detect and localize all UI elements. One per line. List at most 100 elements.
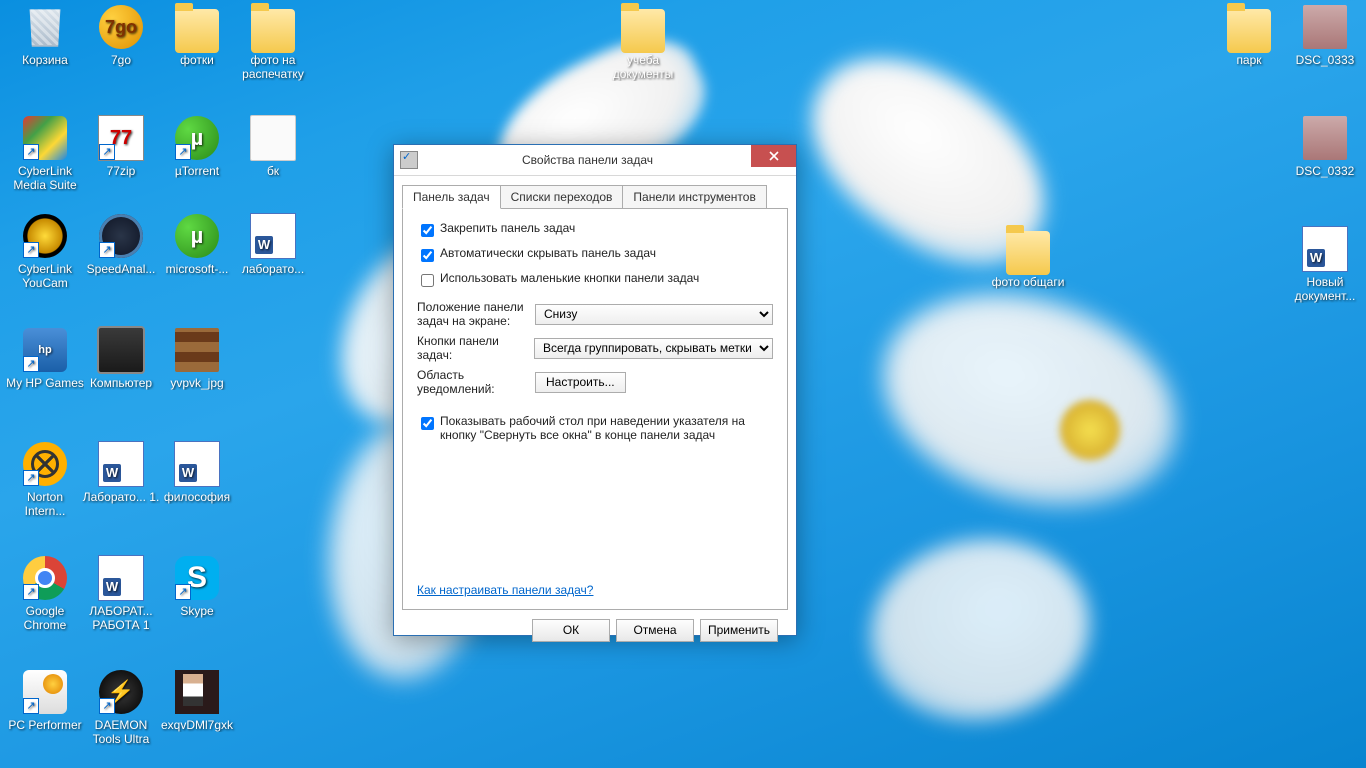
desktop-icon-label: Новый документ...	[1286, 275, 1364, 303]
desktop-icon-label: Norton Intern...	[6, 490, 84, 518]
app-icon	[250, 213, 296, 259]
app-icon	[23, 5, 67, 49]
app-icon: 7go	[99, 5, 143, 49]
desktop-icon-label: 77zip	[82, 164, 160, 178]
app-icon	[175, 328, 219, 372]
desktop-icon[interactable]: Компьютер	[82, 326, 160, 390]
app-icon	[175, 670, 219, 714]
shortcut-arrow-icon: ↗	[23, 470, 39, 486]
label-taskbar-position: Положение панели задач на экране:	[417, 300, 535, 328]
dialog-titlebar[interactable]: Свойства панели задач	[394, 145, 796, 176]
desktop-icon[interactable]: учеба документы	[604, 3, 682, 81]
desktop-icon[interactable]: µ↗µTorrent	[158, 114, 236, 178]
desktop-icon-label: Google Chrome	[6, 604, 84, 632]
shortcut-arrow-icon: ↗	[99, 698, 115, 714]
desktop-icon-label: фото на распечатку	[234, 53, 312, 81]
desktop-icon[interactable]: yvpvk_jpg	[158, 326, 236, 390]
app-icon	[251, 9, 295, 53]
app-icon	[97, 326, 145, 374]
checkbox-peek-desktop[interactable]	[421, 417, 434, 430]
desktop-icon[interactable]: бк	[234, 114, 312, 178]
desktop-icon-label: yvpvk_jpg	[158, 376, 236, 390]
desktop-icon[interactable]: µmicrosoft-...	[158, 212, 236, 276]
desktop-icon[interactable]: лаборато...	[234, 212, 312, 276]
label-notification-area: Область уведомлений:	[417, 368, 535, 396]
app-icon	[1006, 231, 1050, 275]
tab-taskbar[interactable]: Панель задач	[402, 185, 501, 209]
desktop-icon[interactable]: фото на распечатку	[234, 3, 312, 81]
ok-button[interactable]: ОК	[532, 619, 610, 642]
label-autohide-taskbar: Автоматически скрывать панель задач	[440, 246, 656, 260]
customize-button[interactable]: Настроить...	[535, 372, 626, 393]
label-lock-taskbar: Закрепить панель задач	[440, 221, 575, 235]
select-taskbar-position[interactable]: Снизу	[535, 304, 773, 325]
app-icon	[1302, 226, 1348, 272]
desktop-icon-label: философия	[158, 490, 236, 504]
desktop-icon[interactable]: фотки	[158, 3, 236, 67]
desktop-icon[interactable]: философия	[158, 440, 236, 504]
dialog-title: Свойства панели задач	[424, 153, 796, 167]
desktop-icon[interactable]: фото общаги	[989, 225, 1067, 289]
tab-jump-lists[interactable]: Списки переходов	[500, 185, 624, 209]
desktop-icon[interactable]: DSC_0332	[1286, 114, 1364, 178]
desktop-icon-label: CyberLink YouCam	[6, 262, 84, 290]
desktop-icon[interactable]: 7go7go	[82, 3, 160, 67]
apply-button[interactable]: Применить	[700, 619, 778, 642]
desktop-icon[interactable]: ↗ Norton Intern...	[6, 440, 84, 518]
dialog-footer: ОК Отмена Применить	[402, 610, 788, 650]
shortcut-arrow-icon: ↗	[99, 242, 115, 258]
desktop-icon[interactable]: ↗CyberLink Media Suite	[6, 114, 84, 192]
desktop-icon[interactable]: DSC_0333	[1286, 3, 1364, 67]
desktop-icon-label: 7go	[82, 53, 160, 67]
checkbox-small-buttons[interactable]	[421, 274, 434, 287]
desktop-icon[interactable]: exqvDMl7gxk	[158, 668, 236, 732]
label-small-buttons: Использовать маленькие кнопки панели зад…	[440, 271, 699, 285]
desktop-icon-label: PC Performer	[6, 718, 84, 732]
close-button[interactable]	[751, 145, 796, 167]
app-icon	[98, 441, 144, 487]
tab-panel: Закрепить панель задач Автоматически скр…	[402, 208, 788, 610]
desktop-icon[interactable]: Новый документ...	[1286, 225, 1364, 303]
app-icon	[621, 9, 665, 53]
app-icon	[175, 9, 219, 53]
cancel-button[interactable]: Отмена	[616, 619, 694, 642]
shortcut-arrow-icon: ↗	[23, 356, 39, 372]
desktop-icon-label: бк	[234, 164, 312, 178]
desktop-icon[interactable]: ЛАБОРАТ... РАБОТА 1	[82, 554, 160, 632]
select-taskbar-buttons[interactable]: Всегда группировать, скрывать метки	[534, 338, 773, 359]
desktop-icon-label: microsoft-...	[158, 262, 236, 276]
desktop[interactable]: Корзина7go7goфоткифото на распечаткуучеб…	[0, 0, 1366, 768]
desktop-icon-label: DAEMON Tools Ultra	[82, 718, 160, 746]
desktop-icon-label: My HP Games	[6, 376, 84, 390]
app-icon	[1303, 5, 1347, 49]
desktop-icon[interactable]: S↗Skype	[158, 554, 236, 618]
dialog-icon	[400, 151, 418, 169]
desktop-icon[interactable]: парк	[1210, 3, 1288, 67]
tab-toolbars[interactable]: Панели инструментов	[622, 185, 766, 209]
checkbox-lock-taskbar[interactable]	[421, 224, 434, 237]
app-icon	[1227, 9, 1271, 53]
desktop-icon[interactable]: ↗ Google Chrome	[6, 554, 84, 632]
desktop-icon-label: DSC_0333	[1286, 53, 1364, 67]
desktop-icon-label: SpeedAnal...	[82, 262, 160, 276]
desktop-icon[interactable]: Лаборато... 1.	[82, 440, 160, 504]
desktop-icon-label: парк	[1210, 53, 1288, 67]
desktop-icon-label: exqvDMl7gxk	[158, 718, 236, 732]
desktop-icon[interactable]: ↗ CyberLink YouCam	[6, 212, 84, 290]
shortcut-arrow-icon: ↗	[23, 242, 39, 258]
desktop-icon[interactable]: ↗ SpeedAnal...	[82, 212, 160, 276]
shortcut-arrow-icon: ↗	[175, 584, 191, 600]
desktop-icon-label: Skype	[158, 604, 236, 618]
desktop-icon-label: лаборато...	[234, 262, 312, 276]
desktop-icon-label: µTorrent	[158, 164, 236, 178]
desktop-icon[interactable]: hp↗My HP Games	[6, 326, 84, 390]
checkbox-autohide-taskbar[interactable]	[421, 249, 434, 262]
shortcut-arrow-icon: ↗	[23, 584, 39, 600]
desktop-icon[interactable]: 77↗77zip	[82, 114, 160, 178]
app-icon	[98, 555, 144, 601]
desktop-icon[interactable]: Корзина	[6, 3, 84, 67]
help-link[interactable]: Как настраивать панели задач?	[417, 583, 593, 597]
app-icon	[174, 441, 220, 487]
desktop-icon[interactable]: ↗ DAEMON Tools Ultra	[82, 668, 160, 746]
desktop-icon[interactable]: ↗PC Performer	[6, 668, 84, 732]
